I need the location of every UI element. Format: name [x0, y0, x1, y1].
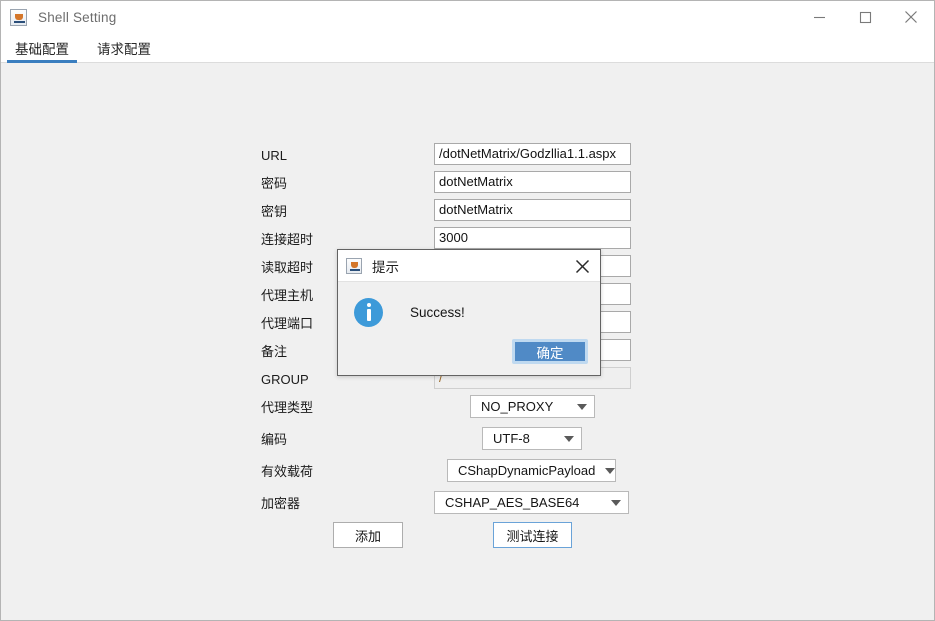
chevron-down-icon [577, 403, 587, 410]
label-proxy-port: 代理端口 [261, 316, 314, 331]
label-read-timeout: 读取超时 [261, 260, 314, 275]
java-icon [346, 257, 362, 274]
dialog-titlebar: 提示 [338, 250, 600, 282]
dialog-message: Success! [410, 304, 465, 320]
dialog-ok-button[interactable]: 确定 [512, 339, 588, 364]
encoding-select[interactable]: UTF-8 [482, 427, 582, 450]
label-proxy-host: 代理主机 [261, 288, 314, 303]
chevron-down-icon [611, 499, 621, 506]
tab-request-config[interactable]: 请求配置 [83, 42, 165, 63]
tab-basic-config[interactable]: 基础配置 [1, 42, 83, 63]
key-input[interactable]: dotNetMatrix [434, 199, 631, 221]
label-remark: 备注 [261, 344, 288, 359]
label-group: GROUP [261, 372, 309, 387]
test-connection-button[interactable]: 测试连接 [493, 522, 572, 548]
maximize-icon[interactable] [842, 1, 888, 33]
label-encoding: 编码 [261, 432, 288, 447]
chevron-down-icon [564, 435, 574, 442]
label-proxy-type: 代理类型 [261, 400, 314, 415]
label-password: 密码 [261, 176, 288, 191]
dialog-body: Success! [338, 282, 600, 342]
java-icon [10, 8, 27, 26]
password-input[interactable]: dotNetMatrix [434, 171, 631, 193]
cryptor-value: CSHAP_AES_BASE64 [445, 495, 580, 510]
chevron-down-icon [605, 467, 616, 474]
label-url: URL [261, 148, 288, 163]
payload-value: CShapDynamicPayload [458, 463, 596, 478]
payload-select[interactable]: CShapDynamicPayload [447, 459, 616, 482]
shell-setting-window: Shell Setting 基础配置 请求配置 URL 密码 密钥 连接超时 读… [0, 0, 935, 621]
titlebar: Shell Setting [1, 1, 934, 33]
proxy-type-select[interactable]: NO_PROXY [470, 395, 595, 418]
window-controls [796, 1, 934, 33]
close-icon[interactable] [888, 1, 934, 33]
window-title: Shell Setting [38, 9, 117, 25]
minimize-icon[interactable] [796, 1, 842, 33]
proxy-type-value: NO_PROXY [481, 399, 554, 414]
label-payload: 有效载荷 [261, 464, 314, 479]
url-input[interactable]: /dotNetMatrix/Godzllia1.1.aspx [434, 143, 631, 165]
info-icon [354, 297, 383, 327]
label-connect-timeout: 连接超时 [261, 232, 314, 247]
encoding-value: UTF-8 [493, 431, 530, 446]
cryptor-select[interactable]: CSHAP_AES_BASE64 [434, 491, 629, 514]
success-dialog: 提示 Success! 确定 [337, 249, 601, 376]
dialog-title: 提示 [372, 259, 399, 275]
label-key: 密钥 [261, 204, 288, 219]
tabbar: 基础配置 请求配置 [1, 33, 934, 63]
connect-timeout-input[interactable]: 3000 [434, 227, 631, 249]
label-cryptor: 加密器 [261, 496, 301, 511]
add-button[interactable]: 添加 [333, 522, 403, 548]
close-icon[interactable] [572, 256, 592, 276]
dialog-footer: 确定 [338, 339, 600, 375]
